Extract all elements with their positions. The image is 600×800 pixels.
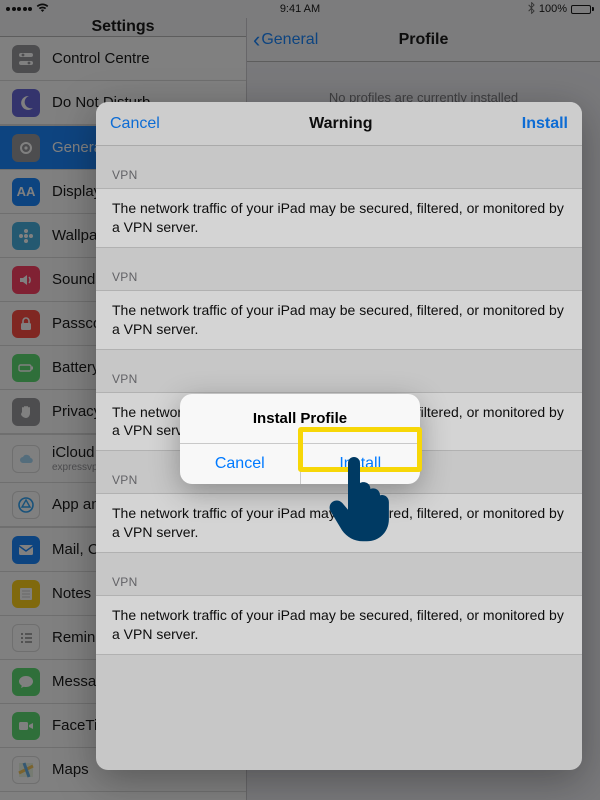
pointing-hand-icon (327, 454, 399, 549)
alert-cancel-button[interactable]: Cancel (180, 444, 300, 484)
alert-title: Install Profile (180, 394, 420, 443)
